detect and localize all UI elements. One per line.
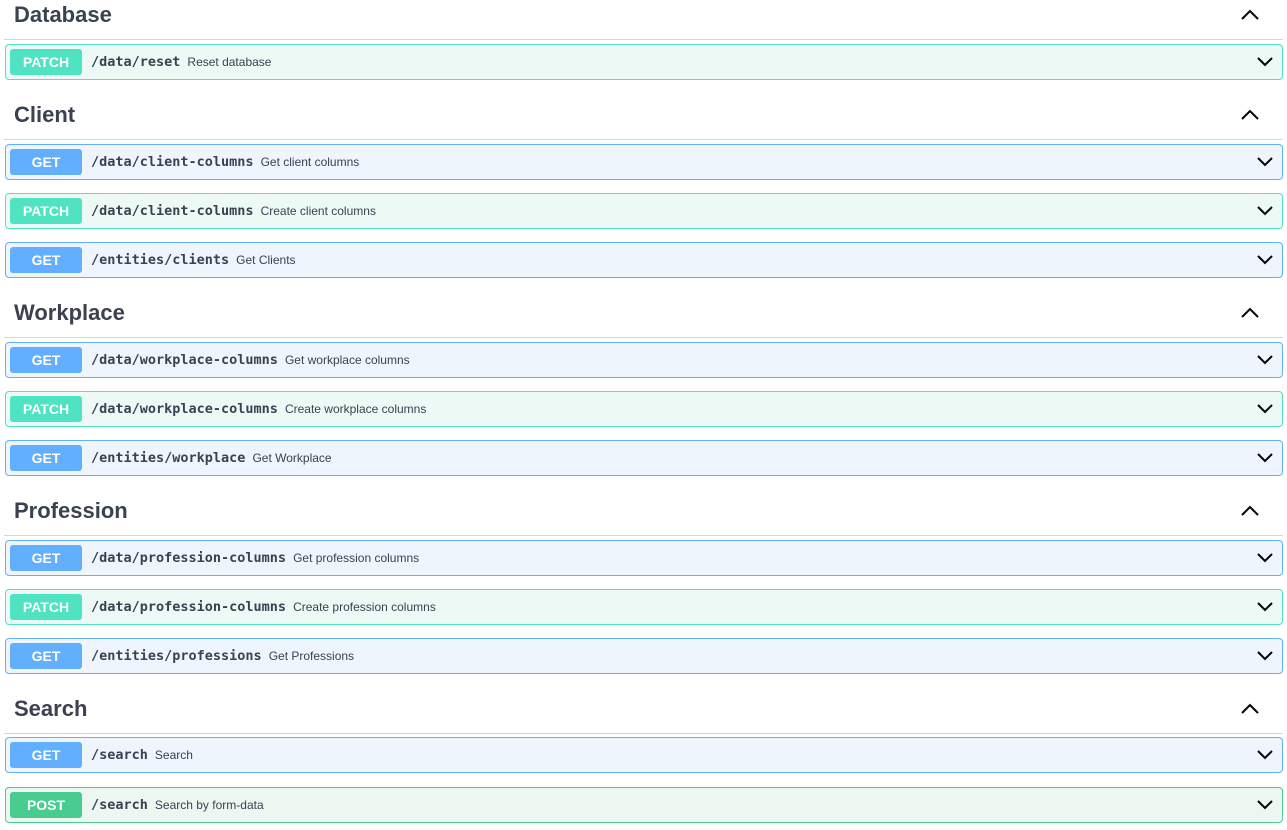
section-header-client[interactable]: Client [4,100,1283,140]
section-workplace: Workplace GET /data/workplace-columns Get… [0,298,1287,478]
chevron-up-icon[interactable] [1239,108,1261,122]
chevron-down-icon[interactable] [1256,204,1274,216]
chevron-down-icon[interactable] [1256,55,1274,67]
opblock-patch-client-columns[interactable]: PATCH /data/client-columns Create client … [5,193,1283,229]
section-title: Client [14,102,76,127]
operation-path: /data/profession-columns Get profession c… [91,550,419,566]
section-client: Client GET /data/client-columns Get clien… [0,100,1287,280]
method-badge: GET [10,445,82,471]
section-search: Search GET /search Search POST /search Sea… [0,694,1287,828]
opblock-patch-profession-columns[interactable]: PATCH /data/profession-columns Create pro… [5,589,1283,625]
section-title: Profession [14,498,128,523]
operation-path: /search Search by form-data [91,797,264,813]
operation-path: /data/client-columns Create client column… [91,203,376,219]
operation-summary: Search [154,748,193,762]
chevron-down-icon[interactable] [1256,253,1274,265]
operation-path: /entities/professions Get Professions [91,648,354,664]
path-text: /data/workplace-columns [91,352,278,368]
opblock-get-search[interactable]: GET /search Search [5,737,1283,773]
operation-summary: Create client columns [260,204,376,218]
opblock-get-entities-professions[interactable]: GET /entities/professions Get Professions [5,638,1283,674]
operation-path: /data/client-columns Get client columns [91,154,359,170]
opblock-post-search[interactable]: POST /search Search by form-data [5,787,1283,823]
method-badge: GET [10,247,82,273]
opblock-get-entities-clients[interactable]: GET /entities/clients Get Clients [5,242,1283,278]
section-header-database[interactable]: Database [4,0,1283,40]
api-docs-root: Database PATCH /data/reset Reset database… [0,0,1287,830]
operation-summary: Search by form-data [154,798,264,812]
chevron-down-icon[interactable] [1256,600,1274,612]
operation-path: /entities/workplace Get Workplace [91,450,332,466]
operation-path: /data/workplace-columns Get workplace col… [91,352,410,368]
method-badge: GET [10,347,82,373]
method-badge: PATCH [10,396,82,422]
operation-summary: Get client columns [260,155,360,169]
operation-summary: Create profession columns [293,600,436,614]
path-text: /data/client-columns [91,203,254,219]
section-title: Search [14,696,88,721]
section-header-workplace[interactable]: Workplace [4,298,1283,338]
chevron-up-icon[interactable] [1239,702,1261,716]
chevron-down-icon[interactable] [1256,748,1274,760]
operation-summary: Get profession columns [293,551,420,565]
path-text: /entities/professions [91,648,262,664]
method-badge: GET [10,643,82,669]
operation-summary: Get Workplace [252,451,332,465]
method-badge: PATCH [10,198,82,224]
section-title: Database [14,2,112,27]
operation-path: /entities/clients Get Clients [91,252,296,268]
method-badge: GET [10,149,82,175]
operation-summary: Reset database [187,55,272,69]
path-text: /entities/clients [91,252,230,268]
opblock-get-entities-workplace[interactable]: GET /entities/workplace Get Workplace [5,440,1283,476]
section-database: Database PATCH /data/reset Reset database [0,0,1287,99]
opblock-patch-data-reset[interactable]: PATCH /data/reset Reset database [5,44,1283,80]
operation-summary: Get workplace columns [284,353,410,367]
method-badge: PATCH [10,49,82,75]
chevron-down-icon[interactable] [1256,798,1274,810]
opblock-get-workplace-columns[interactable]: GET /data/workplace-columns Get workplace… [5,342,1283,378]
section-header-profession[interactable]: Profession [4,496,1283,536]
chevron-up-icon[interactable] [1239,8,1261,22]
path-text: /entities/workplace [91,450,246,466]
operation-path: /search Search [91,747,193,763]
method-badge: PATCH [10,594,82,620]
chevron-down-icon[interactable] [1256,551,1274,563]
path-text: /search [91,797,148,813]
section-title: Workplace [14,300,125,325]
operation-path: /data/reset Reset database [91,54,271,70]
method-badge: GET [10,742,82,768]
operation-path: /data/workplace-columns Create workplace … [91,401,426,417]
section-profession: Profession GET /data/profession-columns G… [0,496,1287,676]
operation-summary: Get Clients [236,253,296,267]
opblock-patch-workplace-columns[interactable]: PATCH /data/workplace-columns Create work… [5,391,1283,427]
section-header-search[interactable]: Search [4,694,1283,734]
chevron-up-icon[interactable] [1239,504,1261,518]
path-text: /data/workplace-columns [91,401,278,417]
method-badge: POST [10,792,82,818]
path-text: /data/profession-columns [91,599,287,615]
method-badge: GET [10,545,82,571]
operation-summary: Get Professions [268,649,355,663]
path-text: /data/client-columns [91,154,254,170]
path-text: /data/reset [91,54,181,70]
path-text: /search [91,747,148,763]
operation-path: /data/profession-columns Create professio… [91,599,436,615]
chevron-down-icon[interactable] [1256,649,1274,661]
chevron-down-icon[interactable] [1256,353,1274,365]
opblock-get-profession-columns[interactable]: GET /data/profession-columns Get professi… [5,540,1283,576]
operation-summary: Create workplace columns [284,402,427,416]
chevron-down-icon[interactable] [1256,402,1274,414]
chevron-down-icon[interactable] [1256,155,1274,167]
path-text: /data/profession-columns [91,550,287,566]
chevron-up-icon[interactable] [1239,306,1261,320]
chevron-down-icon[interactable] [1256,451,1274,463]
opblock-get-client-columns[interactable]: GET /data/client-columns Get client colum… [5,144,1283,180]
